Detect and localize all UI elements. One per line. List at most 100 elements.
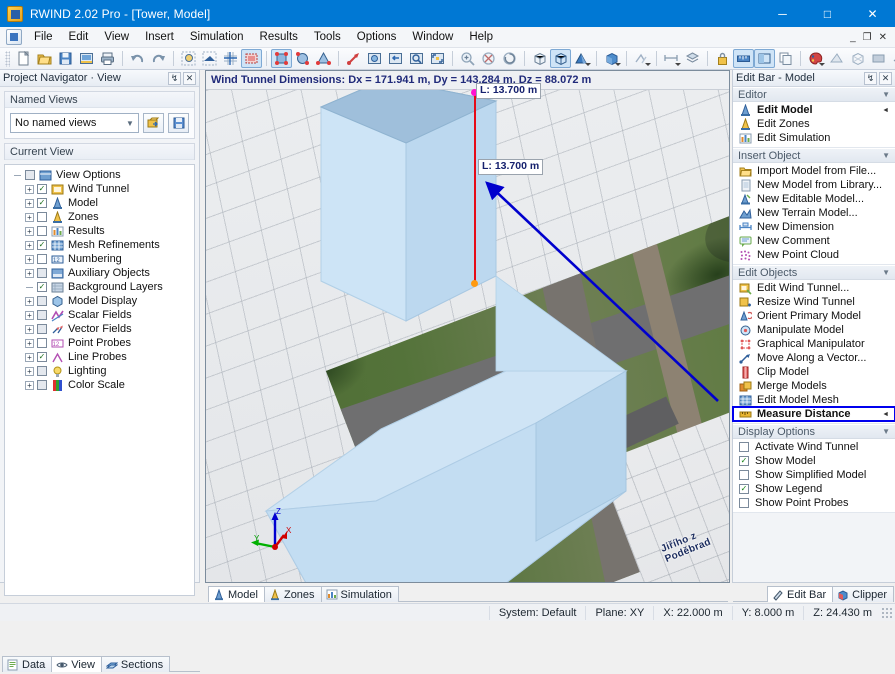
edit-bar-item-edit-model-mesh[interactable]: Edit Model Mesh bbox=[733, 393, 895, 407]
edit-bar-item-move-along-a-vector[interactable]: Move Along a Vector... bbox=[733, 351, 895, 365]
tree-item-results[interactable]: +Results bbox=[7, 224, 192, 238]
edit-bar-item-clip-model[interactable]: Clip Model bbox=[733, 365, 895, 379]
tree-checkbox[interactable]: ✓ bbox=[37, 240, 47, 250]
expander-icon[interactable]: + bbox=[25, 255, 34, 264]
tree-checkbox[interactable] bbox=[37, 380, 47, 390]
tree-item-mesh-refinements[interactable]: +✓Mesh Refinements bbox=[7, 238, 192, 252]
tree-item-line-probes[interactable]: +✓Line Probes bbox=[7, 350, 192, 364]
isometric-view-icon[interactable] bbox=[529, 49, 550, 68]
expander-icon[interactable]: + bbox=[25, 227, 34, 236]
close-button[interactable]: ✕ bbox=[850, 0, 895, 27]
checkbox-icon[interactable]: ✓ bbox=[739, 484, 749, 494]
print-icon[interactable] bbox=[97, 49, 118, 68]
previous-view-icon[interactable] bbox=[385, 49, 406, 68]
tree-item-view-options[interactable]: View Options bbox=[7, 168, 192, 182]
tab-edit-bar[interactable]: Edit Bar bbox=[767, 586, 833, 602]
menu-results[interactable]: Results bbox=[252, 29, 306, 45]
menu-help[interactable]: Help bbox=[461, 29, 501, 45]
rotate-node-icon[interactable] bbox=[292, 49, 313, 68]
save-view-icon[interactable] bbox=[168, 113, 189, 133]
display-option-show-legend[interactable]: ✓Show Legend bbox=[733, 482, 895, 496]
tree-item-color-scale[interactable]: +Color Scale bbox=[7, 378, 192, 392]
edit-bar-item-orient-primary-model[interactable]: Orient Primary Model bbox=[733, 309, 895, 323]
edit-bar-item-edit-simulation[interactable]: Edit Simulation bbox=[733, 131, 895, 145]
rectangle-select-icon[interactable] bbox=[241, 49, 262, 68]
view-model-icon[interactable] bbox=[364, 49, 385, 68]
edit-bar-item-edit-model[interactable]: Edit Model◄ bbox=[733, 103, 895, 117]
menu-window[interactable]: Window bbox=[404, 29, 461, 45]
tree-item-model-display[interactable]: +Model Display bbox=[7, 294, 192, 308]
edit-bar-item-new-terrain-model[interactable]: New Terrain Model... bbox=[733, 206, 895, 220]
redo-icon[interactable] bbox=[148, 49, 169, 68]
menu-options[interactable]: Options bbox=[349, 29, 405, 45]
save-icon[interactable] bbox=[55, 49, 76, 68]
display-option-show-simplified-model[interactable]: Show Simplified Model bbox=[733, 468, 895, 482]
vector-field-icon[interactable] bbox=[889, 49, 895, 68]
open-folder-icon[interactable] bbox=[34, 49, 55, 68]
lock-icon[interactable] bbox=[712, 49, 733, 68]
edit-bar-item-edit-wind-tunnel[interactable]: Edit Wind Tunnel... bbox=[733, 281, 895, 295]
zoom-reset-icon[interactable] bbox=[478, 49, 499, 68]
tree-checkbox[interactable]: ✓ bbox=[37, 282, 47, 292]
edit-bar-item-resize-wind-tunnel[interactable]: Resize Wind Tunnel bbox=[733, 295, 895, 309]
tab-clipper[interactable]: Clipper bbox=[832, 586, 894, 602]
pin-icon[interactable]: ↯ bbox=[864, 72, 877, 85]
edit-bar-item-new-point-cloud[interactable]: New Point Cloud bbox=[733, 248, 895, 262]
edit-bar-item-merge-models[interactable]: Merge Models bbox=[733, 379, 895, 393]
tab-sections[interactable]: Sections bbox=[101, 656, 170, 672]
tree-checkbox[interactable] bbox=[37, 212, 47, 222]
wire-icon[interactable] bbox=[847, 49, 868, 68]
surface-icon[interactable] bbox=[868, 49, 889, 68]
edit-bar-item-graphical-manipulator[interactable]: Graphical Manipulator bbox=[733, 337, 895, 351]
edit-bar-item-new-comment[interactable]: New Comment bbox=[733, 234, 895, 248]
tree-checkbox[interactable] bbox=[37, 324, 47, 334]
toolbar-grip[interactable] bbox=[5, 51, 10, 67]
expander-icon[interactable]: + bbox=[25, 213, 34, 222]
checkbox-icon[interactable] bbox=[739, 470, 749, 480]
expander-icon[interactable]: + bbox=[25, 367, 34, 376]
expander-icon[interactable]: + bbox=[25, 353, 34, 362]
edit-bar-section-header[interactable]: Edit Objects▼ bbox=[733, 265, 895, 280]
select-objects-icon[interactable] bbox=[178, 49, 199, 68]
tree-checkbox[interactable] bbox=[37, 268, 47, 278]
tree-checkbox[interactable] bbox=[37, 296, 47, 306]
transparency-icon[interactable] bbox=[631, 49, 652, 68]
chevron-down-icon[interactable]: ▼ bbox=[882, 427, 890, 436]
checkbox-icon[interactable]: ✓ bbox=[739, 456, 749, 466]
color-scale-icon[interactable] bbox=[805, 49, 826, 68]
measure-distance-icon[interactable] bbox=[733, 49, 754, 68]
import-view-icon[interactable] bbox=[143, 113, 164, 133]
display-option-show-point-probes[interactable]: Show Point Probes bbox=[733, 496, 895, 510]
render-mode-icon[interactable] bbox=[571, 49, 592, 68]
solid-view-icon[interactable] bbox=[601, 49, 622, 68]
expander-icon[interactable]: + bbox=[25, 185, 34, 194]
zoom-all-icon[interactable] bbox=[427, 49, 448, 68]
tree-checkbox[interactable] bbox=[25, 170, 35, 180]
close-icon[interactable]: ✕ bbox=[183, 72, 196, 85]
checkbox-icon[interactable] bbox=[739, 498, 749, 508]
tab-model[interactable]: Model bbox=[208, 586, 265, 602]
new-file-icon[interactable] bbox=[13, 49, 34, 68]
tree-item-wind-tunnel[interactable]: +✓Wind Tunnel bbox=[7, 182, 192, 196]
scale-node-icon[interactable] bbox=[313, 49, 334, 68]
tree-checkbox[interactable] bbox=[37, 310, 47, 320]
tree-checkbox[interactable] bbox=[37, 338, 47, 348]
perspective-view-icon[interactable] bbox=[550, 49, 571, 68]
tree-checkbox[interactable]: ✓ bbox=[37, 184, 47, 194]
tree-item-point-probes[interactable]: +12Point Probes bbox=[7, 336, 192, 350]
snap-grid-icon[interactable] bbox=[220, 49, 241, 68]
expander-icon[interactable]: + bbox=[25, 199, 34, 208]
tree-item-scalar-fields[interactable]: +Scalar Fields bbox=[7, 308, 192, 322]
tree-item-auxiliary-objects[interactable]: +Auxiliary Objects bbox=[7, 266, 192, 280]
edit-bar-item-manipulate-model[interactable]: Manipulate Model bbox=[733, 323, 895, 337]
edit-bar-item-new-dimension[interactable]: New Dimension bbox=[733, 220, 895, 234]
tree-item-zones[interactable]: +Zones bbox=[7, 210, 192, 224]
tree-item-numbering[interactable]: +12Numbering bbox=[7, 252, 192, 266]
chevron-down-icon[interactable]: ▼ bbox=[882, 151, 890, 160]
display-option-show-model[interactable]: ✓Show Model bbox=[733, 454, 895, 468]
menu-view[interactable]: View bbox=[96, 29, 137, 45]
dimension-icon[interactable] bbox=[661, 49, 682, 68]
tree-item-background-layers[interactable]: ✓Background Layers bbox=[7, 280, 192, 294]
tree-item-model[interactable]: +✓Model bbox=[7, 196, 192, 210]
expander-icon[interactable]: + bbox=[25, 325, 34, 334]
